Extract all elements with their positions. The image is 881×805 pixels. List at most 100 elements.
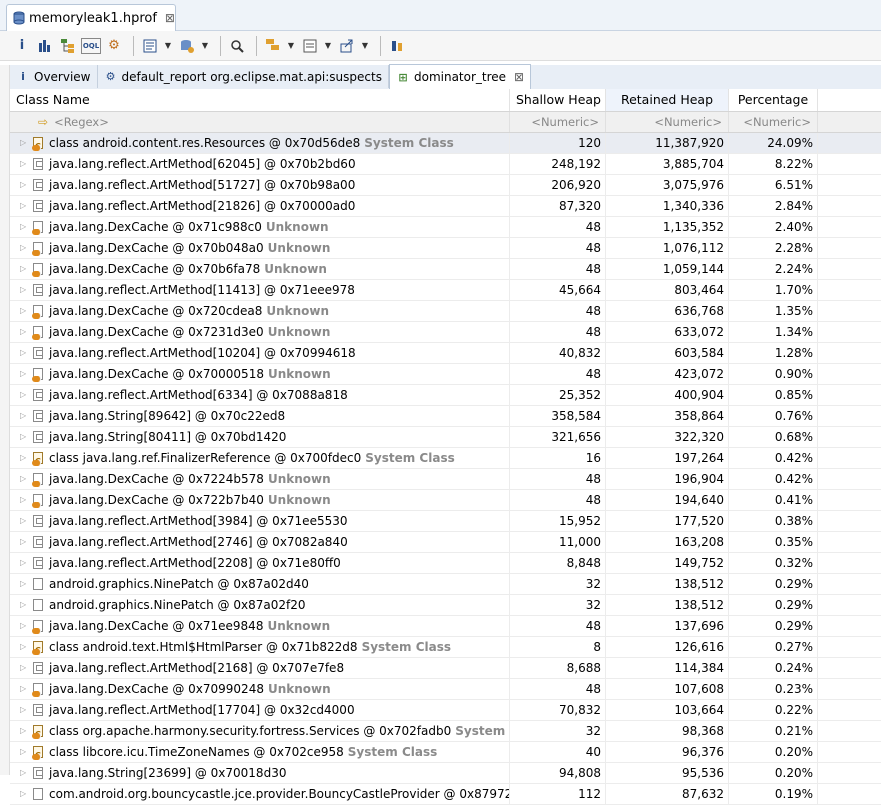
expand-triangle-icon[interactable]: ▷ — [20, 700, 30, 720]
table-row[interactable]: ▷Cclass java.lang.ref.FinalizerReference… — [10, 448, 881, 469]
expand-triangle-icon[interactable]: ▷ — [20, 532, 30, 552]
group-icon[interactable] — [263, 36, 283, 56]
editor-tab-memoryleak[interactable]: memoryleak1.hprof ⊠ — [6, 4, 176, 31]
report-icon[interactable] — [140, 36, 160, 56]
expand-triangle-icon[interactable]: ▷ — [20, 154, 30, 174]
column-percentage[interactable]: Percentage — [729, 89, 818, 111]
table-row[interactable]: ▷ java.lang.String[80411] @ 0x70bd1420 321… — [10, 427, 881, 448]
expand-triangle-icon[interactable]: ▷ — [20, 364, 30, 384]
table-row[interactable]: ▷ java.lang.reflect.ArtMethod[10204] @ 0x… — [10, 343, 881, 364]
close-icon[interactable]: ⊠ — [165, 11, 175, 25]
table-row[interactable]: ▷ java.lang.DexCache @ 0x7224b578 Unknown 4… — [10, 469, 881, 490]
expand-triangle-icon[interactable]: ▷ — [20, 238, 30, 258]
filter-class-input[interactable]: <Regex> — [54, 112, 109, 132]
expand-triangle-icon[interactable]: ▷ — [20, 469, 30, 489]
chevron-down-icon[interactable]: ▼ — [200, 41, 210, 50]
expand-triangle-icon[interactable]: ▷ — [20, 217, 30, 237]
chevron-down-icon[interactable]: ▼ — [286, 41, 296, 50]
tab-overview[interactable]: i Overview — [10, 65, 98, 88]
histogram-icon[interactable] — [35, 36, 55, 56]
chevron-down-icon[interactable]: ▼ — [163, 41, 173, 50]
expand-triangle-icon[interactable]: ▷ — [20, 616, 30, 636]
column-retained-heap[interactable]: Retained Heap — [606, 89, 729, 111]
table-row[interactable]: ▷ java.lang.DexCache @ 0x70990248 Unknown 4… — [10, 679, 881, 700]
tab-dominator-tree[interactable]: ⊞ dominator_tree ⊠ — [388, 64, 532, 90]
table-row[interactable]: ▷ java.lang.String[23699] @ 0x70018d30 94,… — [10, 763, 881, 784]
filter-percentage[interactable]: <Numeric> — [729, 112, 818, 132]
chevron-down-icon[interactable]: ▼ — [323, 41, 333, 50]
table-row[interactable]: ▷ java.lang.DexCache @ 0x70b6fa78 Unknown 4… — [10, 259, 881, 280]
filter-shallow[interactable]: <Numeric> — [510, 112, 606, 132]
table-row[interactable]: ▷ java.lang.DexCache @ 0x70b048a0 Unknown 4… — [10, 238, 881, 259]
gear-icon[interactable]: ⚙ — [104, 36, 124, 56]
pin-icon[interactable] — [387, 36, 407, 56]
table-row[interactable]: ▷ android.graphics.NinePatch @ 0x87a02d40… — [10, 574, 881, 595]
info-icon[interactable]: i — [12, 36, 32, 56]
expand-triangle-icon[interactable]: ▷ — [20, 511, 30, 531]
expand-triangle-icon[interactable]: ▷ — [20, 784, 30, 804]
oql-icon[interactable]: OQL — [81, 37, 101, 54]
column-filler — [818, 89, 881, 111]
expand-triangle-icon[interactable]: ▷ — [20, 637, 30, 657]
table-row[interactable]: ▷Cclass libcore.icu.TimeZoneNames @ 0x70… — [10, 742, 881, 763]
expand-triangle-icon[interactable]: ▷ — [20, 448, 30, 468]
table-row[interactable]: ▷ java.lang.reflect.ArtMethod[21826] @ 0x… — [10, 196, 881, 217]
expand-triangle-icon[interactable]: ▷ — [20, 196, 30, 216]
close-icon[interactable]: ⊠ — [514, 70, 524, 84]
cell-shallow-heap: 321,656 — [510, 427, 606, 447]
table-row[interactable]: ▷ java.lang.DexCache @ 0x722b7b40 Unknown 4… — [10, 490, 881, 511]
table-row[interactable]: ▷Cclass android.content.res.Resources @ … — [10, 133, 881, 154]
table-row[interactable]: ▷ com.android.org.bouncycastle.jce.provid… — [10, 784, 881, 805]
calculator-icon[interactable] — [300, 36, 320, 56]
table-row[interactable]: ▷ java.lang.String[89642] @ 0x70c22ed8 358… — [10, 406, 881, 427]
table-row[interactable]: ▷ java.lang.reflect.ArtMethod[2746] @ 0x7… — [10, 532, 881, 553]
expand-triangle-icon[interactable]: ▷ — [20, 259, 30, 279]
cell-class-name: ▷ java.lang.reflect.ArtMethod[2208] @ 0x7… — [10, 553, 510, 573]
column-class-name[interactable]: Class Name — [10, 89, 510, 111]
dominator-tree-icon[interactable] — [58, 36, 78, 56]
expand-triangle-icon[interactable]: ▷ — [20, 742, 30, 762]
table-row[interactable]: ▷ java.lang.reflect.ArtMethod[2168] @ 0x7… — [10, 658, 881, 679]
expand-triangle-icon[interactable]: ▷ — [20, 280, 30, 300]
expand-triangle-icon[interactable]: ▷ — [20, 553, 30, 573]
table-row[interactable]: ▷ java.lang.DexCache @ 0x71ee9848 Unknown 4… — [10, 616, 881, 637]
expand-triangle-icon[interactable]: ▷ — [20, 595, 30, 615]
expand-triangle-icon[interactable]: ▷ — [20, 490, 30, 510]
cell-filler — [818, 658, 881, 678]
search-icon[interactable] — [227, 36, 247, 56]
expand-triangle-icon[interactable]: ▷ — [20, 679, 30, 699]
table-row[interactable]: ▷ java.lang.reflect.ArtMethod[51727] @ 0x… — [10, 175, 881, 196]
expand-triangle-icon[interactable]: ▷ — [20, 658, 30, 678]
expand-triangle-icon[interactable]: ▷ — [20, 343, 30, 363]
expand-triangle-icon[interactable]: ▷ — [20, 322, 30, 342]
expand-triangle-icon[interactable]: ▷ — [20, 427, 30, 447]
table-row[interactable]: ▷ java.lang.reflect.ArtMethod[62045] @ 0x… — [10, 154, 881, 175]
table-row[interactable]: ▷ java.lang.DexCache @ 0x720cdea8 Unknown 4… — [10, 301, 881, 322]
chevron-down-icon[interactable]: ▼ — [360, 41, 370, 50]
column-shallow-heap[interactable]: Shallow Heap — [510, 89, 606, 111]
table-row[interactable]: ▷ java.lang.reflect.ArtMethod[6334] @ 0x7… — [10, 385, 881, 406]
tab-default-report[interactable]: ⚙ default_report org.eclipse.mat.api:sus… — [98, 65, 389, 88]
export-icon[interactable] — [337, 36, 357, 56]
filter-class-name[interactable]: ⇨ <Regex> — [10, 112, 510, 132]
table-row[interactable]: ▷Cclass org.apache.harmony.security.fort… — [10, 721, 881, 742]
table-row[interactable]: ▷ java.lang.DexCache @ 0x7231d3e0 Unknown 4… — [10, 322, 881, 343]
table-row[interactable]: ▷ java.lang.reflect.ArtMethod[3984] @ 0x7… — [10, 511, 881, 532]
filter-retained[interactable]: <Numeric> — [606, 112, 729, 132]
table-row[interactable]: ▷ java.lang.DexCache @ 0x71c988c0 Unknown 4… — [10, 217, 881, 238]
table-row[interactable]: ▷Cclass android.text.Html$HtmlParser @ 0… — [10, 637, 881, 658]
expand-triangle-icon[interactable]: ▷ — [20, 721, 30, 741]
database-query-icon[interactable] — [177, 36, 197, 56]
expand-triangle-icon[interactable]: ▷ — [20, 301, 30, 321]
expand-triangle-icon[interactable]: ▷ — [20, 175, 30, 195]
table-row[interactable]: ▷ java.lang.reflect.ArtMethod[11413] @ 0x… — [10, 280, 881, 301]
expand-triangle-icon[interactable]: ▷ — [20, 385, 30, 405]
table-row[interactable]: ▷ java.lang.DexCache @ 0x70000518 Unknown 4… — [10, 364, 881, 385]
expand-triangle-icon[interactable]: ▷ — [20, 406, 30, 426]
expand-triangle-icon[interactable]: ▷ — [20, 133, 30, 153]
expand-triangle-icon[interactable]: ▷ — [20, 763, 30, 783]
expand-triangle-icon[interactable]: ▷ — [20, 574, 30, 594]
table-row[interactable]: ▷ android.graphics.NinePatch @ 0x87a02f20… — [10, 595, 881, 616]
table-row[interactable]: ▷ java.lang.reflect.ArtMethod[17704] @ 0x… — [10, 700, 881, 721]
table-row[interactable]: ▷ java.lang.reflect.ArtMethod[2208] @ 0x7… — [10, 553, 881, 574]
